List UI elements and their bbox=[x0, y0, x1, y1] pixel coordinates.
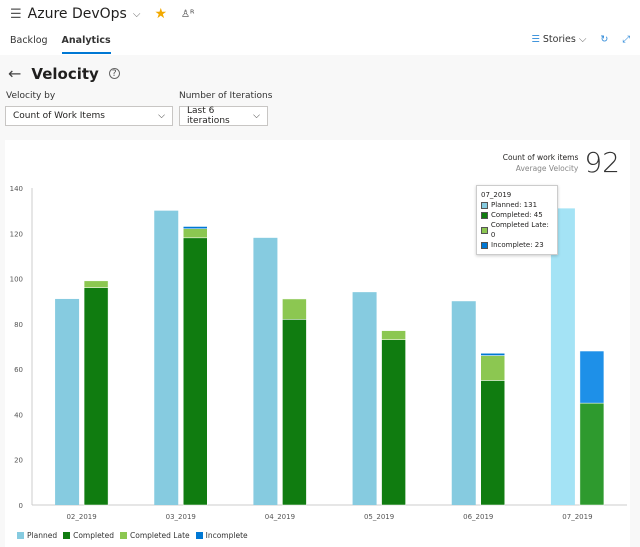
velocity-by-value: Count of Work Items bbox=[13, 111, 105, 121]
bar-incomplete bbox=[480, 353, 505, 356]
velocity-by-dropdown[interactable]: Count of Work Items ⌵ bbox=[5, 106, 173, 126]
y-tick-label: 40 bbox=[14, 411, 23, 419]
chart-legend: Planned Completed Completed Late Incompl… bbox=[17, 531, 248, 540]
chart-tooltip: 07_2019 Planned: 131 Completed: 45 Compl… bbox=[476, 185, 558, 255]
tooltip-title: 07_2019 bbox=[481, 191, 512, 199]
x-tick-label: 06_2019 bbox=[463, 513, 493, 521]
bar-completed bbox=[183, 237, 208, 506]
page-title: Velocity bbox=[31, 64, 99, 83]
chevron-down-icon: ⌵ bbox=[253, 111, 260, 121]
bar-completed bbox=[381, 339, 406, 506]
bar-completed-late bbox=[83, 280, 109, 288]
bar-incomplete bbox=[579, 350, 605, 404]
team-members-icon[interactable]: ♙ᴿ bbox=[181, 9, 194, 20]
y-tick-label: 60 bbox=[14, 366, 23, 374]
bar-planned bbox=[253, 237, 278, 506]
bar-incomplete bbox=[183, 226, 208, 230]
y-tick-label: 100 bbox=[10, 276, 23, 284]
x-tick-label: 03_2019 bbox=[166, 513, 196, 521]
x-tick-label: 04_2019 bbox=[265, 513, 295, 521]
y-tick-label: 0 bbox=[19, 502, 23, 510]
tooltip-planned: Planned: 131 bbox=[491, 201, 538, 209]
stories-selector[interactable]: ☰ Stories ⌵ bbox=[531, 34, 586, 45]
bar-completed-late bbox=[282, 298, 307, 320]
bar-planned bbox=[451, 301, 476, 505]
bar-completed bbox=[282, 319, 307, 506]
bar-completed bbox=[480, 380, 505, 506]
legend-planned[interactable]: Planned bbox=[17, 531, 57, 540]
refresh-icon[interactable]: ↻ bbox=[600, 34, 608, 45]
legend-completed-late[interactable]: Completed Late bbox=[120, 531, 190, 540]
x-tick-label: 02_2019 bbox=[66, 513, 96, 521]
stories-icon: ☰ bbox=[531, 34, 540, 45]
bar-planned bbox=[154, 210, 179, 505]
y-tick-label: 120 bbox=[10, 230, 23, 238]
x-tick-label: 05_2019 bbox=[364, 513, 394, 521]
y-tick-label: 80 bbox=[14, 321, 23, 329]
chevron-down-icon: ⌵ bbox=[158, 111, 165, 121]
tab-analytics[interactable]: Analytics bbox=[61, 35, 111, 54]
y-tick-label: 20 bbox=[14, 457, 23, 465]
fullscreen-icon[interactable]: ⤢ bbox=[622, 34, 630, 45]
stories-label: Stories bbox=[542, 34, 576, 45]
bar-planned bbox=[55, 298, 80, 505]
top-bar: ☰ Azure DevOps ⌵ ★ ♙ᴿ Backlog Analytics … bbox=[0, 0, 640, 55]
favorite-star-icon[interactable]: ★ bbox=[154, 6, 167, 22]
velocity-chart-card: Count of work items Average Velocity 92 0… bbox=[5, 140, 630, 547]
project-selector[interactable]: ☰ Azure DevOps ⌵ ★ ♙ᴿ bbox=[10, 6, 194, 22]
tooltip-completed: Completed: 45 bbox=[491, 211, 543, 219]
chevron-down-icon: ⌵ bbox=[578, 34, 587, 45]
tooltip-completed-late: Completed Late: 0 bbox=[490, 221, 549, 239]
project-name: Azure DevOps bbox=[27, 6, 127, 22]
iterations-dropdown[interactable]: Last 6 iterations ⌵ bbox=[179, 106, 268, 126]
y-tick-label: 140 bbox=[10, 185, 23, 193]
tooltip-incomplete: Incomplete: 23 bbox=[491, 241, 544, 249]
bar-completed-late bbox=[480, 355, 505, 381]
backlog-icon: ☰ bbox=[10, 6, 22, 22]
bar-completed bbox=[579, 402, 605, 506]
velocity-by-label: Velocity by bbox=[6, 91, 56, 101]
legend-incomplete[interactable]: Incomplete bbox=[195, 531, 248, 540]
iterations-label: Number of Iterations bbox=[179, 91, 273, 101]
help-icon[interactable]: ? bbox=[108, 68, 120, 79]
iterations-value: Last 6 iterations bbox=[187, 106, 230, 126]
back-arrow-icon[interactable]: ← bbox=[8, 64, 21, 83]
x-tick-label: 07_2019 bbox=[562, 513, 592, 521]
bar-completed bbox=[83, 287, 109, 506]
bar-planned bbox=[352, 292, 377, 505]
legend-completed[interactable]: Completed bbox=[63, 531, 114, 540]
chevron-down-icon: ⌵ bbox=[132, 8, 141, 20]
bar-completed-late bbox=[183, 228, 208, 239]
tab-backlog[interactable]: Backlog bbox=[10, 35, 48, 54]
bar-completed-late bbox=[381, 330, 406, 340]
